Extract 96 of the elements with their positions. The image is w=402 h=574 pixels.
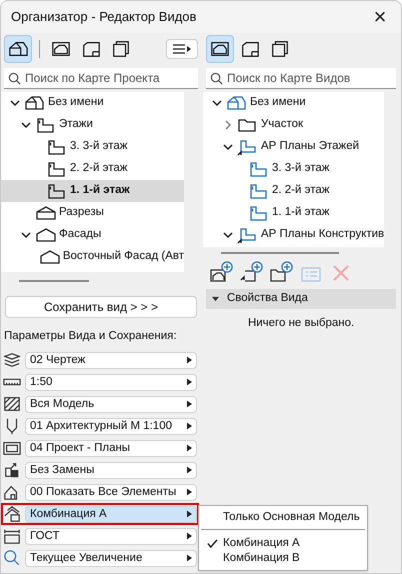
action-button[interactable]: [269, 261, 293, 283]
tree-label: Фасады: [59, 227, 102, 242]
empty-message: Ничего не выбрано.: [246, 316, 356, 331]
parameter-icon: [3, 439, 21, 458]
tree-item[interactable]: 3. 3-й этаж: [203, 158, 384, 180]
caret-icon: [187, 378, 192, 386]
tree-item[interactable]: Без имени: [1, 92, 184, 114]
tree-label: 2. 2-й этаж: [70, 161, 128, 176]
tree-label: 2. 2-й этаж: [272, 183, 330, 198]
toolbar-icon: [269, 39, 291, 59]
parameter-dropdown[interactable]: ГОСТ: [25, 528, 197, 545]
window-title: Организатор - Редактор Видов: [11, 8, 196, 26]
tree-item[interactable]: АР Планы Конструктив: [203, 224, 384, 246]
parameter-dropdown[interactable]: 1:50: [25, 374, 197, 391]
parameter-dropdown[interactable]: Комбинация А: [25, 506, 197, 523]
save-view-button[interactable]: Сохранить вид > > >: [5, 296, 197, 318]
chevron-down-icon[interactable]: [223, 142, 233, 152]
parameter-dropdown[interactable]: 00 Показать Все Элементы: [25, 484, 197, 501]
chevron-down-icon[interactable]: [10, 98, 20, 108]
chevron-down-icon[interactable]: [223, 230, 233, 240]
search-field[interactable]: Поиск по Карте Проекта: [4, 68, 198, 89]
parameter-icon: [3, 461, 21, 480]
tree-label: 3. 3-й этаж: [70, 139, 128, 154]
tree-label: Этажи: [59, 117, 93, 132]
caret-icon: [187, 466, 192, 474]
tree-label: 1. 1-й этаж: [272, 205, 330, 220]
caret-icon: [187, 422, 192, 430]
tree-item[interactable]: Участок: [203, 114, 384, 136]
tree-item[interactable]: Фасады: [1, 224, 184, 246]
tree-label: 3. 3-й этаж: [272, 161, 330, 176]
menu-button[interactable]: [166, 39, 198, 59]
chevron-down-icon[interactable]: [21, 230, 31, 240]
toolbar-icon: [7, 39, 29, 59]
tree-item[interactable]: АР Планы Этажей: [203, 136, 384, 158]
parameter-dropdown[interactable]: 01 Архитектурный М 1:100: [25, 418, 197, 435]
chevron-down-icon[interactable]: [21, 120, 31, 130]
caret-icon: [187, 510, 192, 518]
parameter-icon: [3, 395, 21, 414]
search-field[interactable]: Поиск по Карте Видов: [206, 68, 396, 89]
section-label: Параметры Вида и Сохранения:: [3, 329, 178, 344]
toolbar-icon: [239, 39, 261, 59]
menu-item[interactable]: Комбинация В: [201, 551, 365, 566]
tree-item[interactable]: 1. 1-й этаж: [1, 180, 184, 202]
toolbar-icon: [209, 39, 231, 59]
parameter-icon: [3, 351, 21, 370]
add-icon: [269, 261, 293, 283]
chevron-right-icon[interactable]: [223, 120, 233, 130]
caret-icon: [187, 356, 192, 364]
tree-item[interactable]: 1. 1-й этаж: [203, 202, 384, 224]
action-button[interactable]: [209, 261, 233, 283]
caret-icon: [187, 532, 192, 540]
tree-label: Без имени: [48, 95, 104, 110]
tree-item[interactable]: Этажи: [1, 114, 184, 136]
menu-item[interactable]: Комбинация А: [201, 536, 365, 551]
parameter-dropdown[interactable]: Без Замены: [25, 462, 197, 479]
toolbar-button[interactable]: [206, 35, 234, 63]
caret-icon: [187, 554, 192, 562]
section-header[interactable]: Свойства Вида: [206, 289, 396, 309]
tree-label: Восточный Фасад (Авт: [62, 249, 184, 264]
parameter-icon: [3, 527, 21, 546]
tree-item[interactable]: Без имени: [203, 92, 384, 114]
toolbar-icon: [80, 39, 102, 59]
tree-item[interactable]: Разрезы: [1, 202, 184, 224]
add-icon: [209, 261, 233, 283]
tree-label: Разрезы: [59, 205, 104, 220]
chevron-down-icon[interactable]: [212, 98, 222, 108]
caret-down-icon: [212, 296, 219, 302]
toolbar-button[interactable]: [4, 35, 32, 63]
close-button[interactable]: ×: [369, 6, 391, 28]
menu-icon: [173, 44, 191, 54]
tree-item[interactable]: 2. 2-й этаж: [203, 180, 384, 202]
menu-item[interactable]: Только Основная Модель: [201, 510, 365, 525]
tree-item[interactable]: Восточный Фасад (Авт: [1, 246, 184, 268]
action-button[interactable]: [239, 261, 263, 283]
toolbar-icon: [110, 39, 132, 59]
search-icon: [8, 72, 21, 84]
parameter-dropdown[interactable]: Текущее Увеличение: [25, 550, 197, 567]
caret-icon: [187, 488, 192, 496]
tree-label: Участок: [261, 117, 304, 132]
add-icon: [239, 261, 263, 283]
checkmark-icon: [206, 539, 218, 548]
zoom-icon: [3, 549, 21, 568]
caret-icon: [187, 444, 192, 452]
tree-item[interactable]: 3. 3-й этаж: [1, 136, 184, 158]
tree-label: 1. 1-й этаж: [70, 183, 130, 198]
tree-item[interactable]: 2. 2-й этаж: [1, 158, 184, 180]
tree-label: Без имени: [250, 95, 306, 110]
parameter-dropdown[interactable]: Вся Модель: [25, 396, 197, 413]
parameter-dropdown[interactable]: 02 Чертеж: [25, 352, 197, 369]
caret-icon: [187, 400, 192, 408]
tree-label: АР Планы Этажей: [261, 139, 360, 154]
parameter-icon: [3, 505, 21, 524]
parameter-dropdown[interactable]: 04 Проект - Планы: [25, 440, 197, 457]
search-icon: [210, 72, 223, 84]
tree-label: АР Планы Конструктив: [261, 227, 384, 242]
toolbar-icon: [50, 39, 72, 59]
